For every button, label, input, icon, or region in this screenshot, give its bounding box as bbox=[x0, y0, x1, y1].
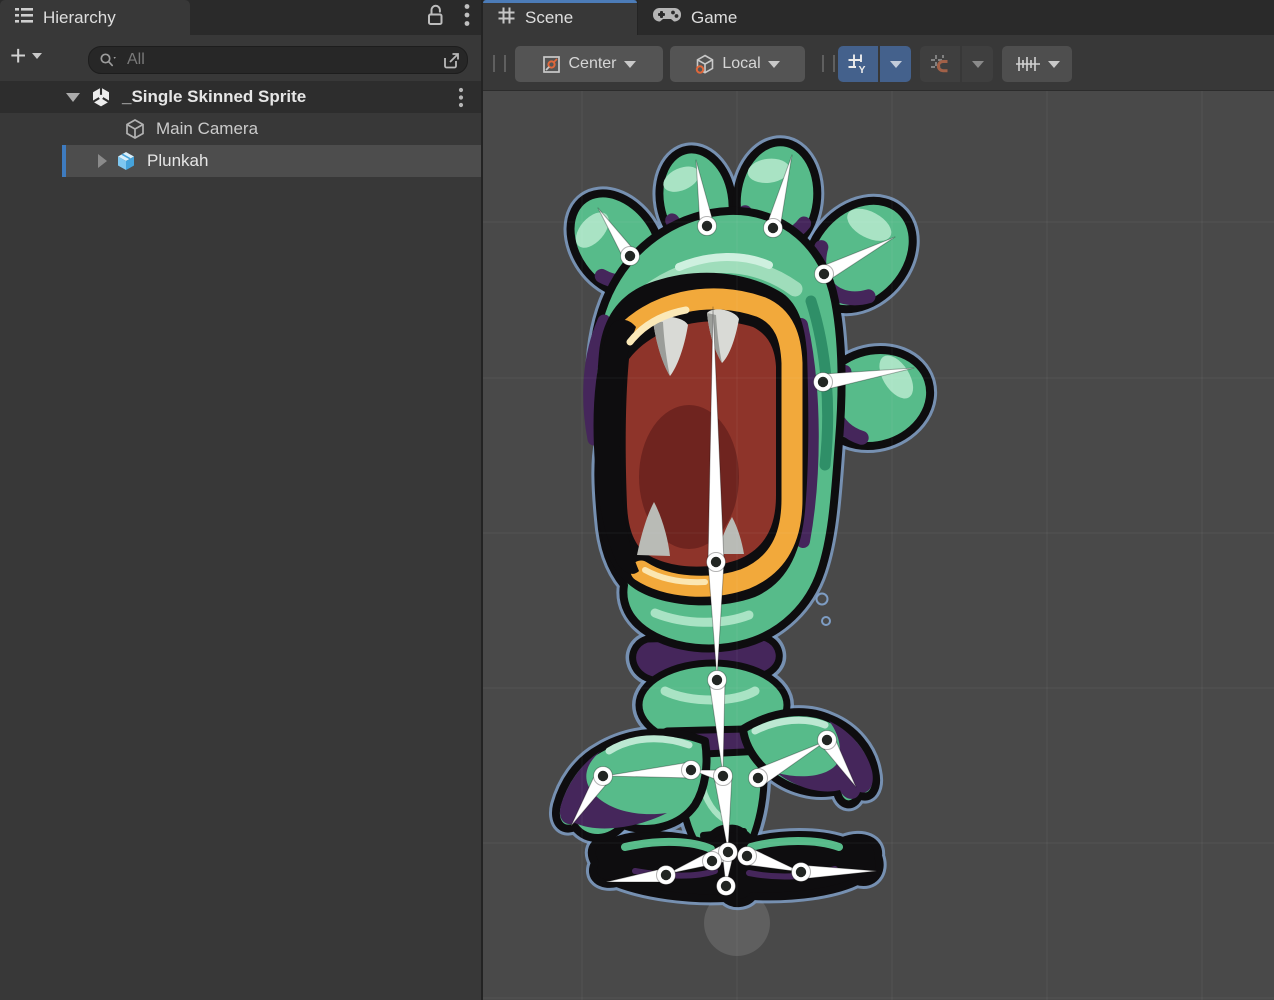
hierarchy-toolbar: + bbox=[0, 35, 481, 81]
hierarchy-item-main-camera[interactable]: Main Camera bbox=[0, 113, 481, 145]
scene-tab-label: Scene bbox=[525, 8, 573, 28]
item-label: Plunkah bbox=[147, 151, 208, 171]
popout-search-icon[interactable] bbox=[442, 51, 461, 70]
hierarchy-tab-label: Hierarchy bbox=[43, 8, 116, 28]
gameobject-cube-icon bbox=[122, 116, 148, 142]
search-icon bbox=[99, 52, 119, 69]
ruler-icon bbox=[1015, 54, 1041, 74]
svg-text:Y: Y bbox=[859, 64, 866, 75]
unlock-icon[interactable] bbox=[424, 3, 447, 33]
gamepad-icon bbox=[652, 6, 682, 29]
active-tab-accent bbox=[483, 0, 637, 3]
grid-settings-dropdown[interactable] bbox=[880, 46, 911, 82]
snap-increment-dropdown[interactable] bbox=[1002, 46, 1072, 82]
scene-header-row[interactable]: _Single Skinned Sprite bbox=[0, 81, 481, 113]
prefab-indicator-bar bbox=[62, 145, 66, 177]
hierarchy-tabbar: Hierarchy bbox=[0, 0, 481, 35]
unity-editor-window: Hierarchy + bbox=[0, 0, 1274, 1000]
hierarchy-search-field[interactable] bbox=[88, 46, 468, 74]
toolbar-drag-handle[interactable] bbox=[822, 55, 835, 72]
plus-icon: + bbox=[10, 43, 26, 69]
tool-handle-rotation-dropdown[interactable]: Local bbox=[670, 46, 805, 82]
chevron-down-icon bbox=[768, 61, 780, 68]
grid-visibility-toggle[interactable]: Y bbox=[838, 46, 878, 82]
snap-settings-dropdown[interactable] bbox=[962, 46, 993, 82]
tab-hierarchy[interactable]: Hierarchy bbox=[0, 0, 190, 35]
hierarchy-item-plunkah[interactable]: Plunkah bbox=[0, 145, 481, 177]
chevron-down-icon bbox=[624, 61, 636, 68]
tool-handle-pivot-dropdown[interactable]: Center bbox=[515, 46, 663, 82]
scene-view[interactable] bbox=[483, 91, 1274, 1000]
snap-toggle[interactable] bbox=[920, 46, 960, 82]
unity-scene-icon bbox=[88, 84, 114, 110]
chevron-down-icon bbox=[890, 61, 902, 68]
pivot-mode-label: Center bbox=[568, 55, 616, 73]
search-input[interactable] bbox=[125, 50, 442, 70]
scene-panel: Scene Game bbox=[483, 0, 1274, 1000]
hierarchy-icon bbox=[14, 6, 34, 29]
toolbar-drag-handle[interactable] bbox=[493, 55, 506, 72]
snap-magnet-icon bbox=[929, 53, 951, 75]
outline-speck bbox=[822, 617, 830, 625]
outline-speck bbox=[817, 594, 828, 605]
foldout-expanded-icon[interactable] bbox=[66, 93, 80, 102]
create-object-button[interactable]: + bbox=[10, 43, 42, 69]
pivot-icon bbox=[542, 55, 561, 74]
scene-toolbar: Center Local Y bbox=[483, 35, 1274, 91]
grid-y-icon: Y bbox=[847, 53, 869, 75]
hierarchy-tree: _Single Skinned Sprite Main Camera bbox=[0, 81, 481, 177]
hierarchy-panel: Hierarchy + bbox=[0, 0, 481, 1000]
scene-kebab-icon[interactable] bbox=[457, 87, 465, 113]
scene-grid-icon bbox=[497, 6, 516, 30]
chevron-down-icon bbox=[32, 53, 42, 59]
tab-game[interactable]: Game bbox=[637, 0, 799, 35]
plunkah-sprite[interactable] bbox=[552, 138, 943, 904]
game-tab-label: Game bbox=[691, 8, 737, 28]
tab-scene[interactable]: Scene bbox=[483, 0, 637, 35]
rotation-mode-label: Local bbox=[722, 55, 760, 73]
foldout-collapsed-icon[interactable] bbox=[98, 154, 107, 168]
kebab-menu-icon[interactable] bbox=[463, 3, 471, 32]
item-label: Main Camera bbox=[156, 119, 258, 139]
local-cube-icon bbox=[695, 54, 715, 75]
chevron-down-icon bbox=[972, 61, 984, 68]
scene-tabbar: Scene Game bbox=[483, 0, 1274, 35]
chevron-down-icon bbox=[1048, 61, 1060, 68]
prefab-cube-icon bbox=[113, 148, 139, 174]
scene-name: _Single Skinned Sprite bbox=[122, 87, 306, 107]
